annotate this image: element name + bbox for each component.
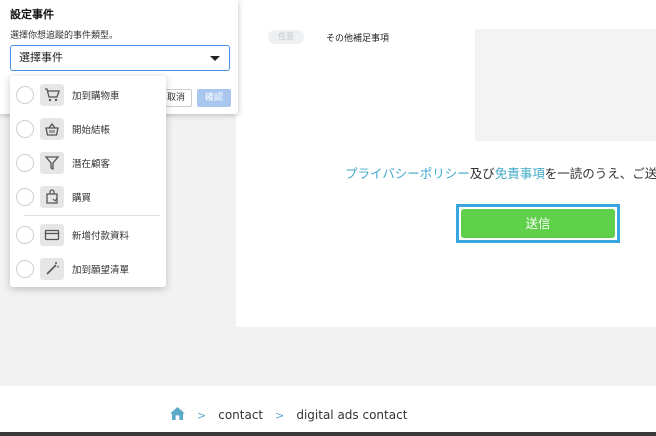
- caret-down-icon: [210, 56, 220, 61]
- panel-subtitle: 選擇你想追蹤的事件類型。: [10, 31, 119, 41]
- radio-button[interactable]: [16, 86, 34, 104]
- radio-button[interactable]: [16, 188, 34, 206]
- radio-button[interactable]: [16, 120, 34, 138]
- radio-button[interactable]: [16, 260, 34, 278]
- breadcrumb-item-contact[interactable]: contact: [218, 408, 263, 422]
- breadcrumb-separator: >: [197, 408, 207, 422]
- event-option-lead[interactable]: 潛在顧客: [10, 146, 166, 180]
- basket-icon: [40, 118, 64, 140]
- cart-icon: [40, 84, 64, 106]
- event-option-add-to-cart[interactable]: 加到購物車: [10, 78, 166, 112]
- other-notes-textarea[interactable]: [475, 29, 656, 141]
- event-option-label: 開始結帳: [72, 125, 111, 136]
- credit-card-icon: [40, 224, 64, 246]
- panel-title: 設定事件: [10, 8, 54, 21]
- breadcrumb: > contact > digital ads contact: [170, 407, 407, 423]
- dropdown-divider: [24, 215, 160, 216]
- consent-and-text: 及び: [469, 166, 495, 181]
- breadcrumb-separator: >: [275, 408, 285, 422]
- consent-text: プライバシーポリシー及び免責事項を一読のうえ、ご送: [345, 163, 656, 182]
- event-option-initiate-checkout[interactable]: 開始結帳: [10, 112, 166, 146]
- other-notes-label: その他補足事項: [326, 34, 390, 44]
- event-option-label: 新增付款資料: [72, 231, 130, 242]
- event-option-add-to-wishlist[interactable]: 加到願望清單: [10, 252, 166, 286]
- magic-wand-icon: [40, 258, 64, 280]
- optional-badge: 任意: [268, 30, 304, 44]
- event-option-label: 潛在顧客: [72, 159, 111, 170]
- filter-icon: [40, 152, 64, 174]
- submit-button[interactable]: 送信: [461, 209, 615, 238]
- event-option-label: 加到購物車: [72, 91, 120, 102]
- radio-button[interactable]: [16, 226, 34, 244]
- shopping-bag-icon: [40, 186, 64, 208]
- event-dropdown-menu: 加到購物車 開始結帳 潛在顧客 購買 新增付款資料 加到願望清單: [10, 76, 166, 287]
- disclaimer-link[interactable]: 免責事項: [495, 166, 545, 181]
- event-option-purchase[interactable]: 購買: [10, 180, 166, 214]
- consent-rest-text: を一読のうえ、ご送: [544, 166, 656, 181]
- confirm-button[interactable]: 確認: [197, 89, 231, 107]
- event-option-label: 加到願望清單: [72, 265, 130, 276]
- event-select-value: 選擇事件: [19, 51, 63, 64]
- home-icon[interactable]: [170, 407, 185, 423]
- event-option-label: 購買: [72, 193, 92, 204]
- breadcrumb-item-digital-ads-contact: digital ads contact: [296, 408, 408, 422]
- event-option-add-payment-info[interactable]: 新增付款資料: [10, 218, 166, 252]
- event-type-select[interactable]: 選擇事件: [10, 45, 230, 71]
- submit-button-focus-ring: 送信: [456, 204, 620, 243]
- radio-button[interactable]: [16, 154, 34, 172]
- bottom-edge: [0, 432, 656, 436]
- privacy-policy-link[interactable]: プライバシーポリシー: [345, 166, 470, 181]
